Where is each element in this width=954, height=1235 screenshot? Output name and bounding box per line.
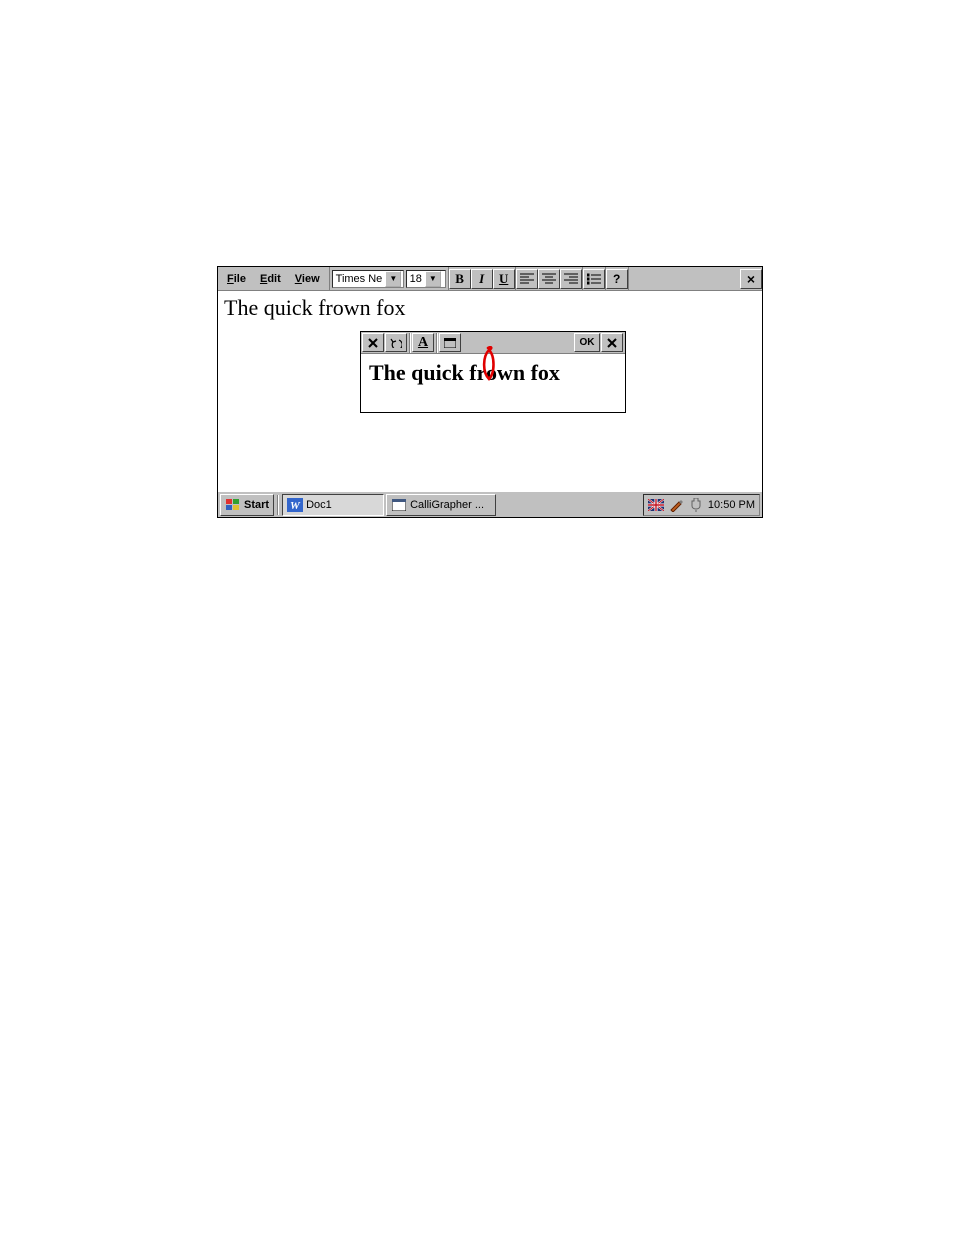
align-right-button[interactable]	[560, 269, 582, 289]
bold-button[interactable]: B	[449, 269, 471, 289]
align-left-icon	[520, 273, 534, 285]
window-icon	[444, 338, 456, 348]
popup-close-button[interactable]	[601, 333, 623, 352]
windows-logo-icon	[225, 497, 241, 513]
bullets-icon	[587, 273, 601, 285]
document-area[interactable]: The quick frown fox A OK	[218, 291, 762, 491]
underline-button[interactable]: U	[493, 269, 515, 289]
taskbar-app-label: CalliGrapher ...	[410, 499, 484, 511]
italic-button[interactable]: I	[471, 269, 493, 289]
dropdown-icon[interactable]: ▼	[425, 271, 441, 287]
align-center-icon	[542, 273, 556, 285]
menu-view[interactable]: View	[288, 270, 327, 288]
popup-ok-button[interactable]: OK	[574, 333, 600, 352]
tray-flag-icon[interactable]	[648, 497, 664, 513]
correction-popup: A OK The quick frown fox	[360, 331, 626, 413]
word-processor-window: File Edit View Times Ne ▼ 18 ▼ B I U	[217, 266, 763, 518]
close-icon	[368, 338, 378, 348]
dropdown-icon[interactable]: ▼	[385, 271, 401, 287]
popup-toolbar: A OK	[361, 332, 625, 354]
taskbar-app-calligrapher[interactable]: CalliGrapher ...	[386, 494, 496, 516]
popup-cancel-button[interactable]	[362, 333, 384, 352]
popup-text-area[interactable]: The quick frown fox	[361, 354, 625, 412]
help-button[interactable]: ?	[606, 269, 628, 289]
align-center-button[interactable]	[538, 269, 560, 289]
popup-undo-button[interactable]	[385, 333, 407, 352]
taskbar: Start W Doc1 CalliGrapher ... 10	[218, 491, 762, 517]
popup-text-mode-button[interactable]: A	[412, 333, 434, 352]
tray-pen-icon[interactable]	[668, 497, 684, 513]
tray-clock[interactable]: 10:50 PM	[708, 499, 755, 511]
text-a-icon: A	[418, 335, 428, 351]
separator	[436, 333, 438, 353]
bullets-button[interactable]	[583, 269, 605, 289]
font-name-value: Times Ne	[333, 273, 386, 285]
font-name-combo[interactable]: Times Ne ▼	[332, 270, 404, 288]
svg-text:W: W	[290, 500, 301, 512]
calligrapher-app-icon	[391, 497, 407, 513]
start-label: Start	[244, 499, 269, 511]
align-left-button[interactable]	[516, 269, 538, 289]
menu-file[interactable]: File	[220, 270, 253, 288]
system-tray: 10:50 PM	[643, 494, 760, 516]
popup-text-marked: f	[469, 360, 476, 385]
separator	[409, 333, 411, 353]
font-size-value: 18	[407, 273, 425, 285]
tray-power-icon[interactable]	[688, 497, 704, 513]
taskbar-separator	[277, 495, 279, 515]
top-toolbar: File Edit View Times Ne ▼ 18 ▼ B I U	[218, 267, 762, 291]
popup-window-button[interactable]	[439, 333, 461, 352]
popup-text-before: The quick	[369, 360, 469, 385]
taskbar-app-label: Doc1	[306, 499, 332, 511]
font-size-combo[interactable]: 18 ▼	[406, 270, 446, 288]
word-app-icon: W	[287, 497, 303, 513]
close-icon	[607, 338, 617, 348]
start-button[interactable]: Start	[220, 494, 274, 516]
align-right-icon	[564, 273, 578, 285]
undo-icon	[390, 338, 402, 348]
menu-edit[interactable]: Edit	[253, 270, 288, 288]
document-text: The quick frown fox	[224, 295, 405, 320]
close-button[interactable]: ×	[740, 269, 762, 289]
taskbar-app-doc1[interactable]: W Doc1	[282, 494, 384, 516]
popup-text-after: rown fox	[477, 360, 560, 385]
